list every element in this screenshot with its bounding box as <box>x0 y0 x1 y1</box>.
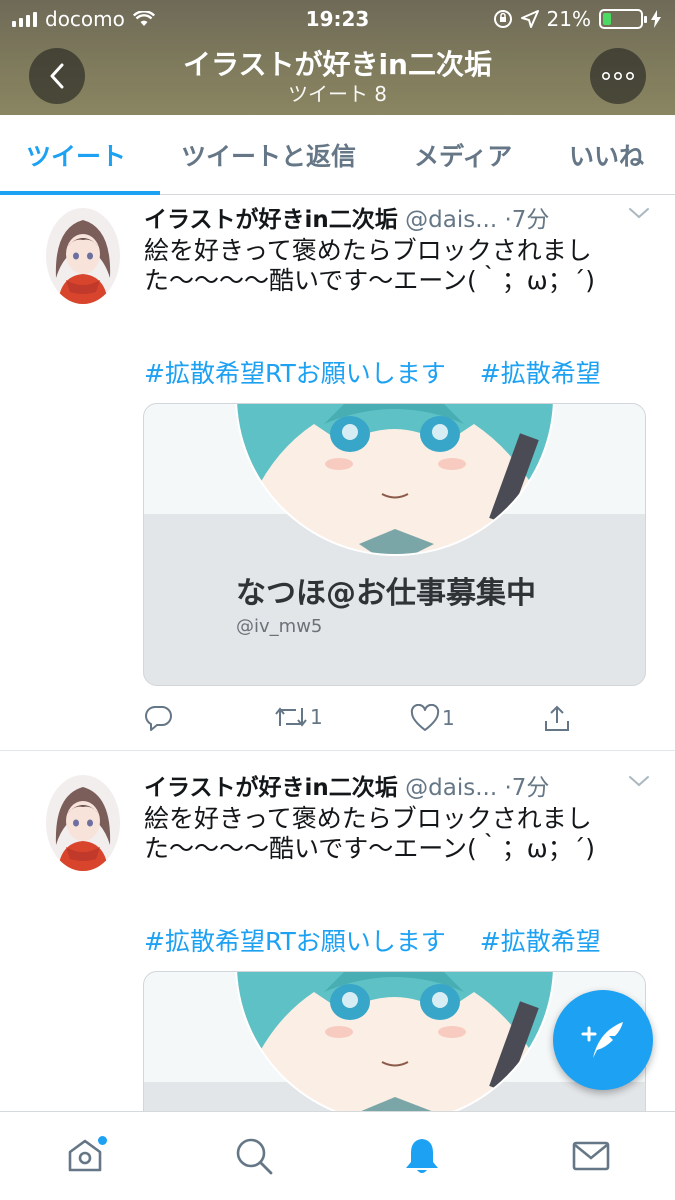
tweet-divider <box>0 750 675 751</box>
tab-media[interactable]: メディア <box>414 137 512 173</box>
card-handle: @iv_mw5 <box>236 616 323 637</box>
retweet-icon <box>275 707 307 727</box>
more-dots-icon <box>602 72 634 80</box>
nav-notifications[interactable] <box>400 1134 444 1178</box>
author-handle[interactable]: @dais... <box>405 775 497 801</box>
location-icon <box>520 10 539 28</box>
tab-likes[interactable]: いいね <box>569 137 644 173</box>
mail-icon <box>572 1141 610 1171</box>
orientation-lock-icon <box>493 10 512 28</box>
nav-messages[interactable] <box>569 1134 613 1178</box>
status-bar: docomo 19:23 21% <box>0 0 675 38</box>
tweet-count: ツイート 8 <box>287 82 388 106</box>
notification-dot <box>98 1136 107 1145</box>
tweet-text: 絵を好きって褒めたらブロックされました〜〜〜〜酷いです〜エーン(｀；ω；´) <box>144 804 595 863</box>
author-name[interactable]: イラストが好きin二次垢 <box>144 207 398 233</box>
card-illustration <box>235 404 555 556</box>
profile-tabs: ツイート ツイートと返信 メディア いいね <box>0 115 675 195</box>
card-name: なつほ@お仕事募集中 <box>236 576 536 611</box>
bottom-tab-bar <box>0 1111 675 1200</box>
tweet-header: イラストが好きin二次垢 @dais... ·7分 <box>144 768 654 804</box>
avatar[interactable] <box>46 208 120 304</box>
hashtags: #拡散希望RTお願いします #拡散希望 <box>144 354 644 390</box>
tweet-header: イラストが好きin二次垢 @dais... ·7分 <box>144 200 654 236</box>
hashtag-link[interactable]: #拡散希望RTお願いします <box>144 359 446 388</box>
bell-icon <box>406 1139 438 1173</box>
tab-tweets-and-replies[interactable]: ツイートと返信 <box>181 137 356 173</box>
author-handle[interactable]: @dais... <box>405 207 497 233</box>
charging-icon <box>651 10 661 28</box>
tweet-actions: 1 1 <box>144 704 584 738</box>
reply-icon <box>145 705 172 731</box>
active-tab-indicator <box>0 191 160 195</box>
compose-quill-icon <box>581 1022 623 1058</box>
tab-tweets[interactable]: ツイート <box>26 137 126 173</box>
heart-icon <box>410 704 440 731</box>
reply-button[interactable] <box>144 704 176 732</box>
avatar[interactable] <box>46 775 120 871</box>
retweet-count: 1 <box>310 705 323 729</box>
hashtag-link[interactable]: #拡散希望RTお願いします <box>144 927 446 956</box>
tweet-text: 絵を好きって褒めたらブロックされました〜〜〜〜酷いです〜エーン(｀；ω；´) <box>144 236 595 295</box>
more-button[interactable] <box>590 48 646 104</box>
hashtags: #拡散希望RTお願いします #拡散希望 <box>144 922 644 958</box>
chevron-down-icon[interactable] <box>628 774 650 788</box>
battery-icon <box>599 9 647 29</box>
share-icon <box>545 705 569 731</box>
hashtag-link[interactable]: #拡散希望 <box>480 359 601 388</box>
share-button[interactable] <box>542 704 572 734</box>
like-button[interactable]: 1 <box>410 704 455 732</box>
author-name[interactable]: イラストが好きin二次垢 <box>144 775 398 801</box>
profile-header: docomo 19:23 21% イラストが好きin二次垢 ツイート 8 <box>0 0 675 115</box>
profile-title: イラストが好きin二次垢 <box>183 48 492 81</box>
hashtag-link[interactable]: #拡散希望 <box>480 927 601 956</box>
profile-card[interactable]: なつほ@お仕事募集中 @iv_mw5 <box>143 403 646 686</box>
chevron-down-icon[interactable] <box>628 206 650 220</box>
nav-search[interactable] <box>232 1134 276 1178</box>
tweet-time: ·7分 <box>504 775 550 801</box>
compose-tweet-button[interactable] <box>553 990 653 1090</box>
nav-home[interactable] <box>63 1134 107 1178</box>
tweet[interactable]: イラストが好きin二次垢 @dais... ·7分 絵を好きって褒めたらブロック… <box>0 200 675 750</box>
tweet-time: ·7分 <box>504 207 550 233</box>
battery-percent: 21% <box>546 7 591 31</box>
search-icon <box>236 1138 273 1175</box>
like-count: 1 <box>442 706 455 730</box>
retweet-button[interactable]: 1 <box>274 704 323 730</box>
